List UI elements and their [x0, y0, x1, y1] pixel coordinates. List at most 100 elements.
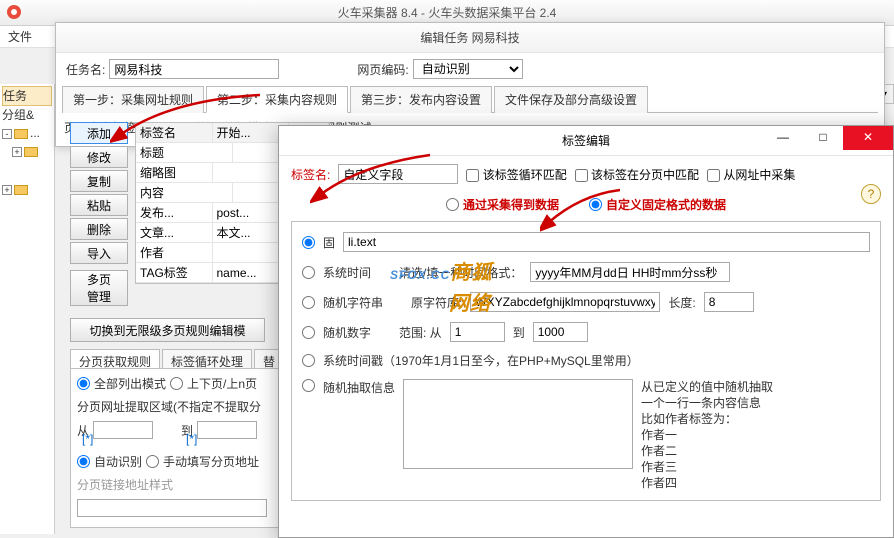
encoding-label: 网页编码: — [357, 61, 408, 78]
label-toolbar: 添加 修改 复制 粘贴 删除 导入 多页 管理 — [70, 122, 130, 308]
label-name-input[interactable] — [338, 164, 458, 184]
tab-step3[interactable]: 第三步：发布内容设置 — [350, 86, 492, 113]
cell-name: 发布... — [136, 203, 213, 222]
copy-button[interactable]: 复制 — [70, 170, 128, 192]
opt-fixed-radio[interactable] — [302, 236, 315, 249]
folder-icon — [14, 185, 28, 195]
dialog-title-bar: 标签编辑 — □ ✕ — [279, 126, 893, 156]
task-name-label: 任务名: — [66, 61, 105, 78]
opt-tstamp-radio[interactable] — [302, 354, 315, 367]
auto-radio[interactable] — [77, 455, 90, 468]
cb-loop[interactable]: 该标签循环匹配 — [466, 166, 566, 183]
manual-radio[interactable] — [146, 455, 159, 468]
cb-inpage[interactable]: 该标签在分页中匹配 — [575, 166, 699, 183]
options-block: 固 系统时间 请选/填一种时间格式： 随机字符串 原字符库: 长度: 随机数字 … — [291, 221, 881, 501]
fmt-input[interactable] — [77, 499, 267, 517]
origin-input[interactable] — [470, 292, 660, 312]
wildcard-to-link[interactable]: [*] — [186, 432, 197, 446]
tree-root[interactable]: -... — [2, 124, 52, 142]
paging-panel: 全部列出模式 上下页/上n页 分页网址提取区域(不指定不提取分 从 到 自动识别… — [70, 368, 280, 528]
tab-step1[interactable]: 第一步：采集网址规则 — [62, 86, 204, 113]
step-tabs: 第一步：采集网址规则 第二步：采集内容规则 第三步：发布内容设置 文件保存及部分… — [62, 85, 878, 113]
radio-fixed[interactable]: 自定义固定格式的数据 — [589, 196, 726, 213]
opt-systime-label: 系统时间 — [323, 264, 371, 281]
extract-line: 分页网址提取区域(不指定不提取分 — [77, 398, 273, 415]
mode-prevnext-label: 上下页/上n页 — [187, 375, 257, 392]
wildcard-from-link[interactable]: [*] — [82, 432, 93, 446]
help-icon[interactable]: ? — [861, 184, 881, 204]
randpick-textarea[interactable] — [403, 379, 633, 469]
opt-randnum-label: 随机数字 — [323, 324, 371, 341]
mode-prevnext-radio[interactable] — [170, 377, 183, 390]
opt-randpick-label: 随机抽取信息 — [323, 379, 395, 396]
delete-button[interactable]: 删除 — [70, 218, 128, 240]
mode-all-label: 全部列出模式 — [94, 375, 166, 392]
task-row: 任务名: 网页编码: 自动识别 — [56, 53, 884, 85]
tree-expand-icon[interactable]: + — [2, 185, 12, 195]
app-icon — [6, 4, 22, 20]
edit-title: 编辑任务 网易科技 — [56, 23, 884, 53]
tree-collapse-icon[interactable]: - — [2, 129, 12, 139]
opt-systime-radio[interactable] — [302, 266, 315, 279]
opt-fixed-input[interactable] — [343, 232, 870, 252]
cb-fromurl-input[interactable] — [707, 169, 720, 182]
import-button[interactable]: 导入 — [70, 242, 128, 264]
opt-randstr-radio[interactable] — [302, 296, 315, 309]
cb-fromurl[interactable]: 从网址中采集 — [707, 166, 795, 183]
multipage-button[interactable]: 多页 管理 — [70, 270, 128, 306]
len-label: 长度: — [668, 294, 695, 311]
opt-fixed-label: 固 — [323, 234, 335, 251]
tab-step2[interactable]: 第二步：采集内容规则 — [206, 86, 348, 113]
radio-collect-input[interactable] — [446, 198, 459, 211]
systime-fmt-input[interactable] — [530, 262, 730, 282]
range-to-input[interactable] — [533, 322, 588, 342]
cell-name: 内容 — [136, 183, 233, 202]
manual-label: 手动填写分页地址 — [163, 453, 259, 470]
range-label: 范围: 从 — [399, 324, 442, 341]
radio-collect[interactable]: 通过采集得到数据 — [446, 196, 559, 213]
range-from-input[interactable] — [450, 322, 505, 342]
dialog-title: 标签编辑 — [562, 132, 610, 149]
minimize-button[interactable]: — — [763, 126, 803, 150]
side-tree: 任务 分组& -... + + — [0, 84, 55, 534]
cell-name: 缩略图 — [136, 163, 213, 182]
folder-icon — [14, 129, 28, 139]
close-button[interactable]: ✕ — [843, 126, 893, 150]
tab-step4[interactable]: 文件保存及部分高级设置 — [494, 86, 648, 113]
cb-inpage-input[interactable] — [575, 169, 588, 182]
side-tasks[interactable]: 任务 — [2, 86, 52, 106]
maximize-button[interactable]: □ — [803, 126, 843, 150]
cell-name: 标题 — [136, 143, 233, 162]
mode-all-radio[interactable] — [77, 377, 90, 390]
tree-child2[interactable]: + — [2, 180, 52, 198]
origin-label: 原字符库: — [411, 294, 462, 311]
folder-icon — [24, 147, 38, 157]
add-button[interactable]: 添加 — [70, 122, 128, 144]
switch-mode-button[interactable]: 切换到无限级多页规则编辑模 — [70, 318, 265, 342]
paste-button[interactable]: 粘贴 — [70, 194, 128, 216]
tree-expand-icon[interactable]: + — [12, 147, 22, 157]
th-name: 标签名 — [136, 123, 213, 142]
side-group[interactable]: 分组& — [2, 106, 52, 124]
tree-child[interactable]: + — [2, 142, 52, 160]
menu-file[interactable]: 文件 — [8, 30, 32, 44]
radio-fixed-input[interactable] — [589, 198, 602, 211]
label-edit-dialog: 标签编辑 — □ ✕ 标签名: 该标签循环匹配 该标签在分页中匹配 从网址中采集… — [278, 125, 894, 538]
opt-randnum-radio[interactable] — [302, 326, 315, 339]
cell-name: 作者 — [136, 243, 213, 262]
cb-loop-input[interactable] — [466, 169, 479, 182]
opt-randpick-radio[interactable] — [302, 379, 315, 392]
len-input[interactable] — [704, 292, 754, 312]
from-input[interactable] — [93, 421, 153, 439]
opt-tstamp-label: 系统时间戳（1970年1月1日至今，在PHP+MySQL里常用） — [323, 352, 639, 369]
systime-hint: 请选/填一种时间格式： — [399, 264, 522, 281]
label-name-lbl: 标签名: — [291, 166, 330, 183]
opt-randstr-label: 随机字符串 — [323, 294, 383, 311]
auto-label: 自动识别 — [94, 453, 142, 470]
range-to-label: 到 — [513, 324, 525, 341]
encoding-select[interactable]: 自动识别 — [413, 59, 523, 79]
task-name-input[interactable] — [109, 59, 279, 79]
to-input[interactable] — [197, 421, 257, 439]
cell-name: TAG标签 — [136, 263, 213, 282]
modify-button[interactable]: 修改 — [70, 146, 128, 168]
